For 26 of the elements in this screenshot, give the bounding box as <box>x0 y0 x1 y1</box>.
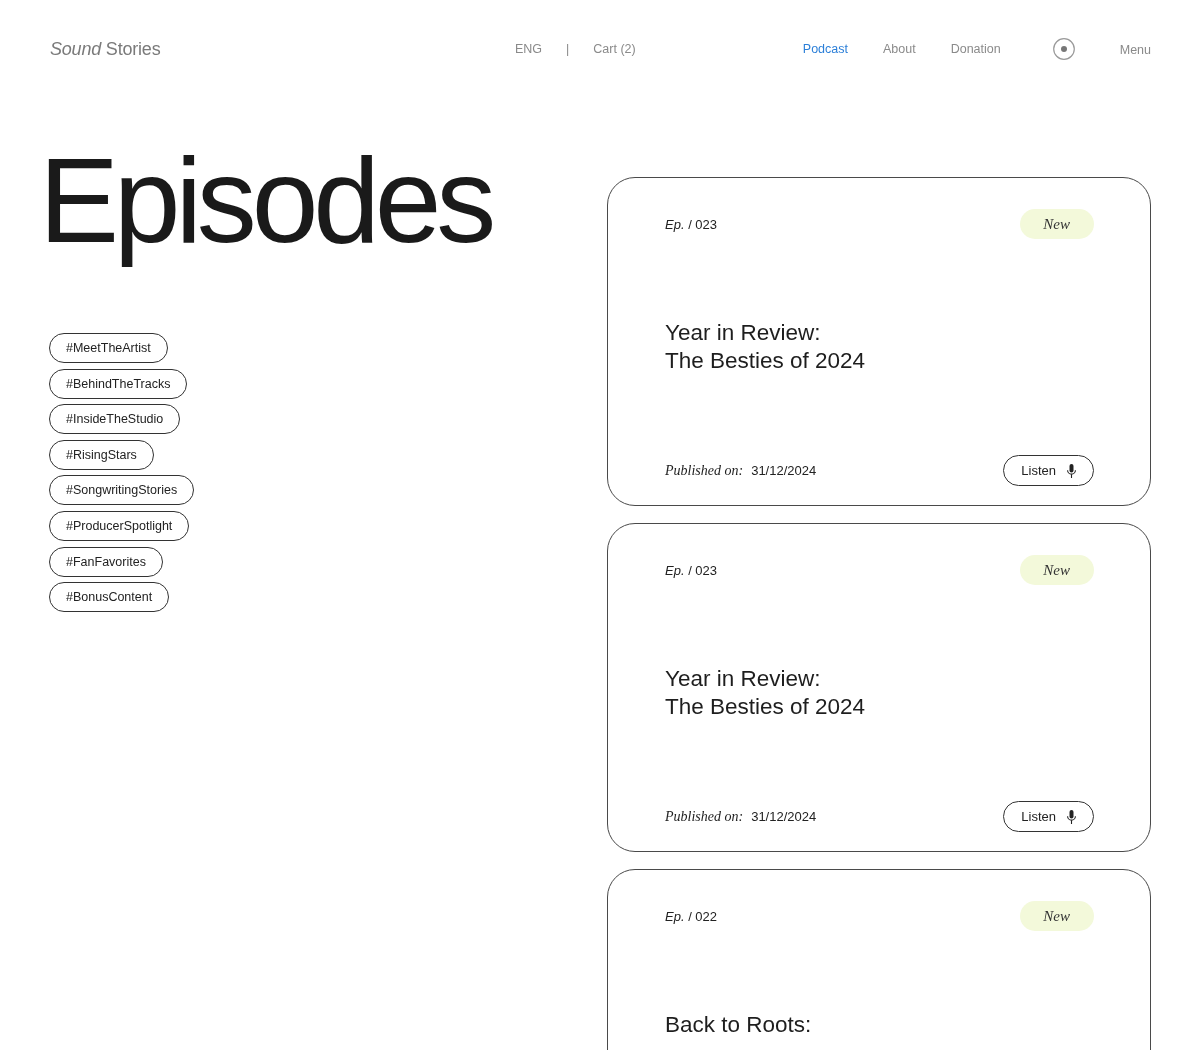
cart-link[interactable]: Cart (2) <box>593 42 636 56</box>
listen-button[interactable]: Listen <box>1003 455 1094 486</box>
menu-link[interactable]: Menu <box>1119 41 1151 57</box>
nav-link[interactable]: Donation <box>950 42 1001 56</box>
episode-number: Ep. / 022 <box>665 908 718 924</box>
episode-title: Back to Roots: <box>665 1011 812 1039</box>
nav-link[interactable]: Podcast <box>802 42 848 56</box>
logo[interactable]: Sound Stories <box>50 38 161 60</box>
new-badge: New <box>1020 555 1094 585</box>
episode-number: Ep. / 023 <box>665 562 718 578</box>
published-label: Published on: <box>665 808 744 825</box>
episode-number: Ep. / 023 <box>665 216 718 232</box>
new-badge: New <box>1020 209 1094 239</box>
published-date: 31/12/2024 <box>751 808 817 824</box>
record-icon[interactable] <box>1052 38 1075 60</box>
published-label: Published on: <box>665 462 744 479</box>
microphone-icon <box>1067 463 1076 478</box>
listen-button[interactable]: Listen <box>1003 801 1094 832</box>
published-date: 31/12/2024 <box>751 462 817 478</box>
separator: | <box>566 42 570 56</box>
page-title: Episodes <box>39 132 492 269</box>
episode-title: Year in Review: The Besties of 2024 <box>665 665 866 721</box>
new-badge: New <box>1020 901 1094 931</box>
microphone-icon <box>1067 809 1076 824</box>
episode-title: Year in Review: The Besties of 2024 <box>665 319 866 375</box>
nav-link[interactable]: About <box>883 42 916 56</box>
